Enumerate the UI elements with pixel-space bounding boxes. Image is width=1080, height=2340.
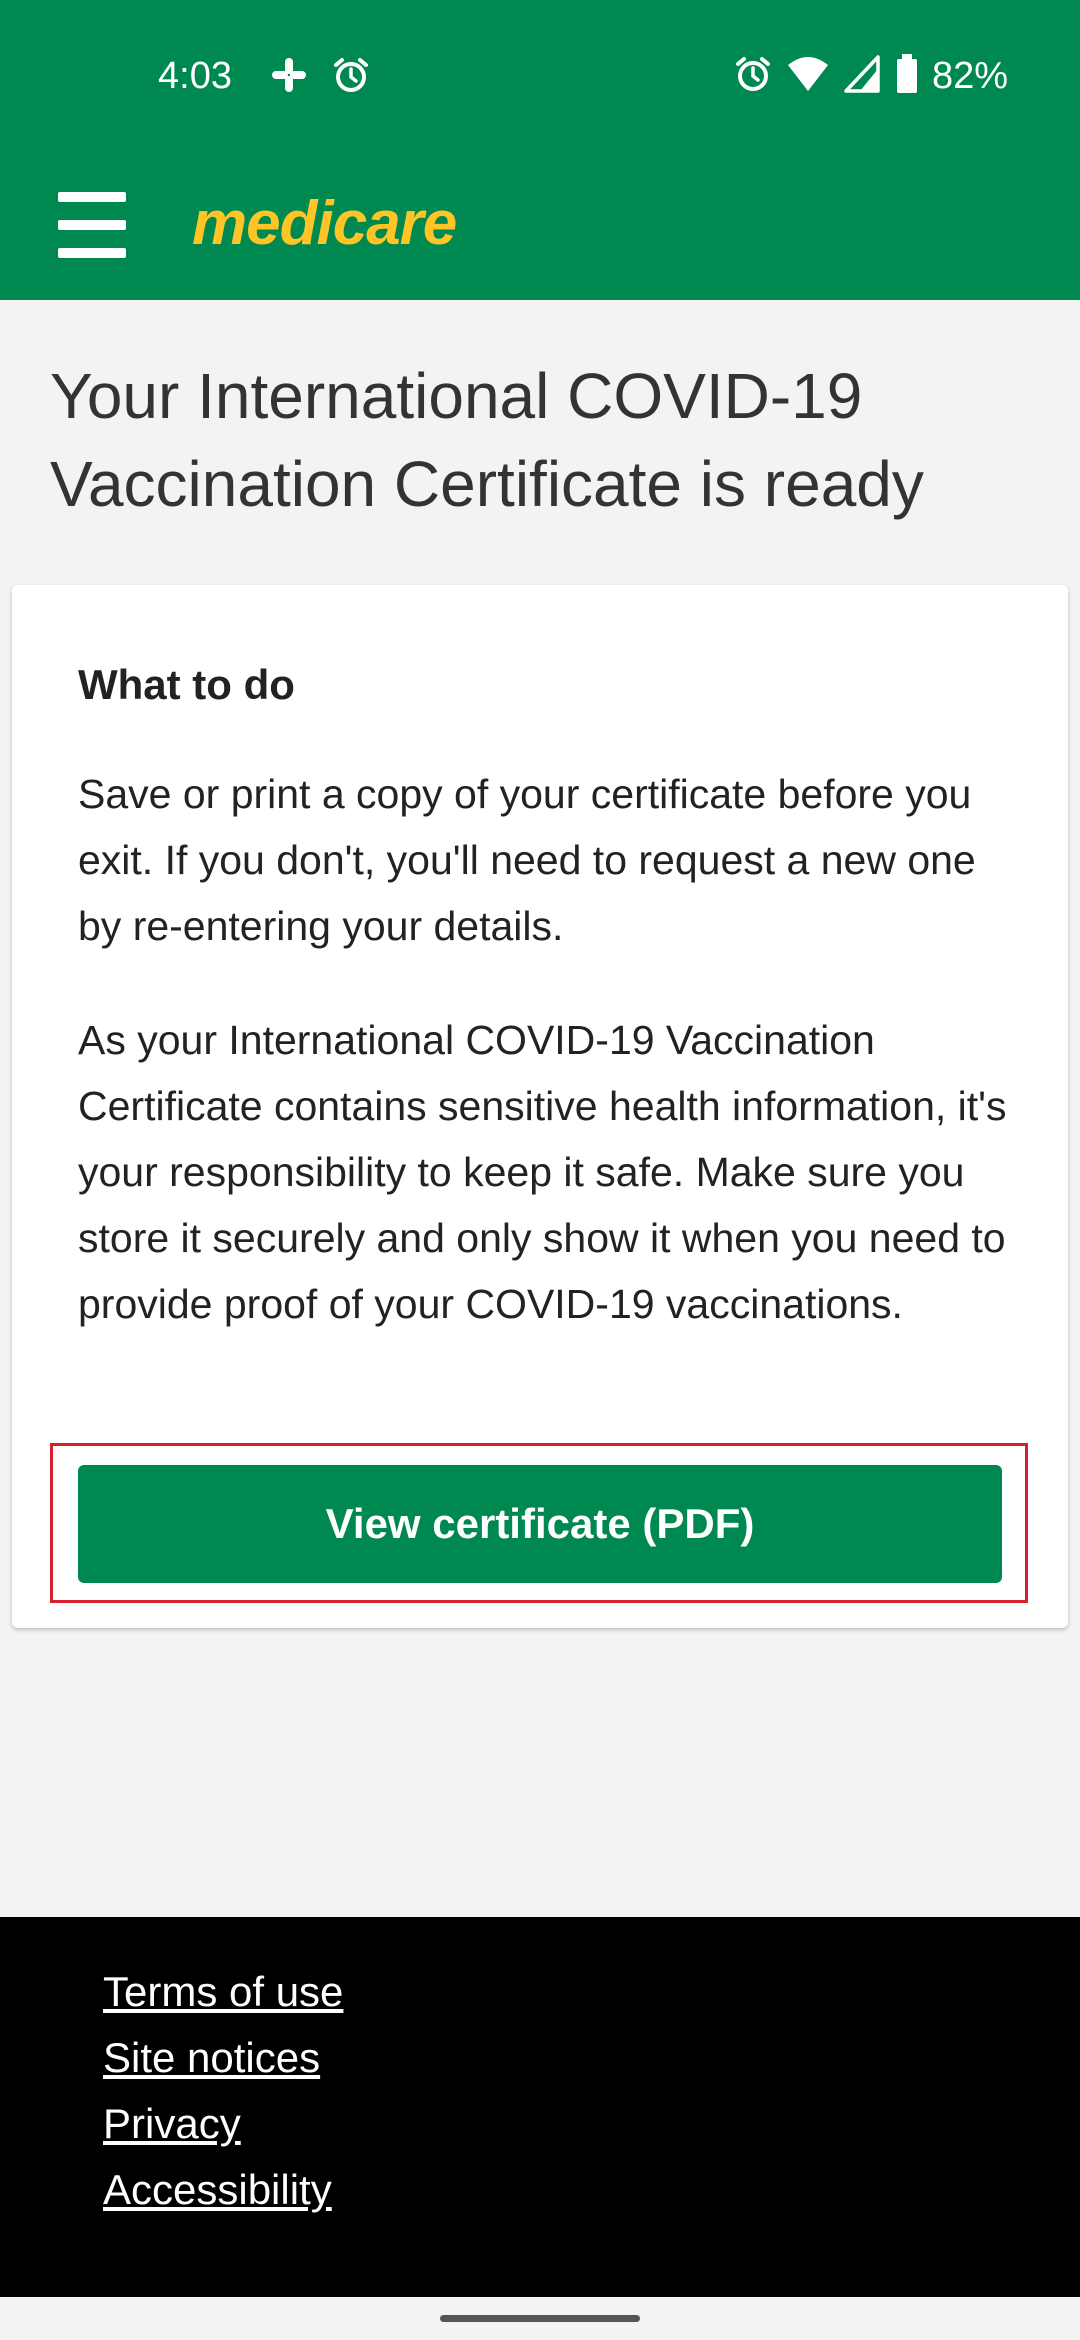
footer-link-terms[interactable]: Terms of use bbox=[103, 1959, 343, 2025]
status-time: 4:03 bbox=[158, 55, 232, 97]
medicare-logo[interactable]: medicare bbox=[192, 186, 457, 262]
instructions-card: What to do Save or print a copy of your … bbox=[12, 585, 1068, 1628]
footer: Terms of use Site notices Privacy Access… bbox=[0, 1917, 1080, 2297]
footer-link-site-notices[interactable]: Site notices bbox=[103, 2025, 343, 2091]
footer-link-accessibility[interactable]: Accessibility bbox=[103, 2157, 343, 2223]
status-left-icons bbox=[270, 56, 370, 99]
menu-bar bbox=[58, 220, 126, 230]
alarm-icon bbox=[332, 56, 370, 99]
footer-link-privacy[interactable]: Privacy bbox=[103, 2091, 343, 2157]
slack-icon bbox=[270, 56, 308, 99]
card-heading: What to do bbox=[78, 661, 295, 708]
instruction-paragraph-save: Save or print a copy of your certificate… bbox=[78, 771, 976, 949]
battery-percent: 82% bbox=[931, 55, 1008, 97]
status-bar: 4:03 82% bbox=[0, 0, 1080, 150]
battery-icon bbox=[896, 53, 918, 99]
hamburger-menu-icon[interactable] bbox=[58, 192, 138, 258]
menu-bar bbox=[58, 192, 126, 202]
footer-links: Terms of use Site notices Privacy Access… bbox=[103, 1959, 343, 2223]
instruction-paragraph-sensitive: As your International COVID-19 Vaccinati… bbox=[78, 1017, 1007, 1327]
cell-signal-icon bbox=[844, 54, 882, 98]
gesture-nav-handle[interactable] bbox=[440, 2315, 640, 2322]
view-certificate-button[interactable]: View certificate (PDF) bbox=[78, 1465, 1002, 1583]
alarm-icon bbox=[734, 55, 772, 98]
wifi-icon bbox=[786, 55, 830, 98]
menu-bar bbox=[58, 248, 126, 258]
page-title: Your International COVID-19 Vaccination … bbox=[50, 360, 924, 520]
app-header: medicare bbox=[0, 150, 1080, 300]
status-right-icons: 82% bbox=[734, 50, 1008, 102]
